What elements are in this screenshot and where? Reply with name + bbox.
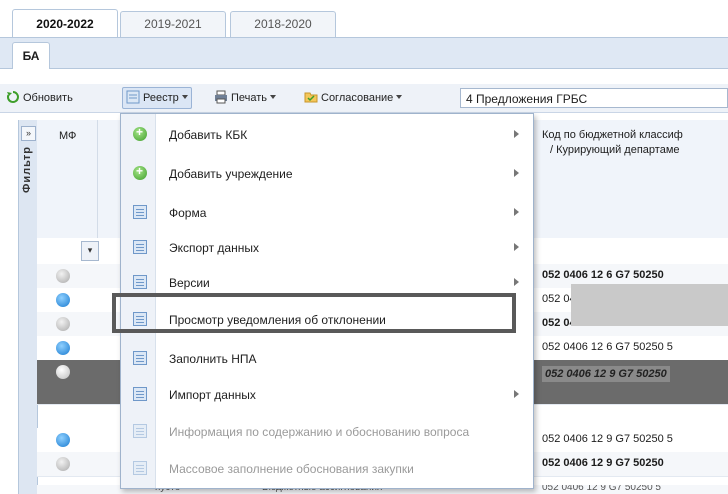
menu-item-question-info: Информация по содержанию и обоснованию в… (121, 415, 533, 449)
menu-item-import-data[interactable]: Импорт данных (121, 378, 533, 412)
row-code: 052 0406 12 9 G7 50250 5 (542, 433, 673, 445)
menu-item-label: Экспорт данных (169, 241, 259, 255)
redacted-area (571, 284, 728, 326)
status-icon (56, 365, 70, 379)
registry-menu-button[interactable]: Реестр (122, 87, 192, 109)
chevron-right-icon (514, 243, 519, 251)
status-icon (56, 457, 70, 471)
chevron-down-icon (396, 95, 403, 99)
menu-item-fill-npa[interactable]: Заполнить НПА (121, 342, 533, 376)
chevron-down-icon (181, 95, 188, 99)
filter-label: Фильтр (21, 146, 33, 194)
column-header-code-line2: / Курирующий департаме (550, 144, 680, 156)
print-menu-button[interactable]: Печать (214, 88, 277, 108)
proposal-select[interactable]: 4 Предложения ГРБС (460, 88, 728, 108)
status-icon (56, 293, 70, 307)
chevron-right-icon (514, 130, 519, 138)
chevron-down-icon (270, 95, 277, 99)
chevron-right-icon (514, 169, 519, 177)
column-header-code-line1: Код по бюджетной классиф (542, 129, 683, 141)
menu-item-label: Форма (169, 206, 207, 220)
menu-item-label: Версии (169, 276, 210, 290)
approval-menu-button[interactable]: Согласование (304, 88, 403, 108)
tab-2018-2020[interactable]: 2018-2020 (230, 11, 336, 37)
menu-item-export-data[interactable]: Экспорт данных (121, 231, 533, 265)
highlight-frame (112, 293, 516, 333)
menu-item-label: Добавить КБК (169, 128, 248, 142)
refresh-icon (6, 90, 20, 104)
menu-item-label: Массовое заполнение обоснования закупки (169, 462, 414, 476)
menu-item-label: Заполнить НПА (169, 352, 257, 366)
tab-ba[interactable]: БА (12, 42, 50, 69)
row-code: 052 0406 12 6 G7 50250 (542, 269, 664, 281)
approval-label: Согласование (321, 92, 394, 104)
status-icon (56, 341, 70, 355)
row-code: 052 0406 12 9 G7 50250 5 (542, 485, 661, 493)
menu-item-form[interactable]: Форма (121, 196, 533, 230)
column-header-mf[interactable]: МФ (59, 130, 76, 142)
chevron-right-icon (514, 278, 519, 286)
status-icon (56, 317, 70, 331)
plus-icon (133, 125, 147, 141)
chevron-down-icon[interactable]: ▾ (81, 241, 99, 261)
registry-icon (126, 90, 140, 104)
plus-icon (133, 164, 147, 180)
folder-icon (304, 90, 318, 104)
row-code: 052 0406 12 9 G7 50250 (542, 457, 664, 469)
document-icon (133, 240, 147, 254)
chevron-right-icon (514, 390, 519, 398)
registry-label: Реестр (143, 92, 179, 104)
expand-icon[interactable]: » (21, 126, 36, 141)
status-icon (56, 269, 70, 283)
status-icon (56, 433, 70, 447)
menu-item-mass-fill-justification: Массовое заполнение обоснования закупки (121, 452, 533, 486)
document-icon (133, 424, 147, 438)
row-code: 052 0406 12 6 G7 50250 5 (542, 341, 673, 353)
printer-icon (214, 90, 228, 104)
column-header-code[interactable]: Код по бюджетной классиф / Курирующий де… (542, 128, 683, 158)
column-divider (97, 120, 98, 238)
menu-item-add-kbk[interactable]: Добавить КБК (121, 118, 533, 152)
chevron-right-icon (514, 208, 519, 216)
print-label: Печать (231, 92, 268, 104)
document-icon (133, 351, 147, 365)
document-icon (133, 205, 147, 219)
menu-item-label: Информация по содержанию и обоснованию в… (169, 425, 470, 439)
sub-tab-strip: БА (0, 37, 728, 69)
tab-2020-2022[interactable]: 2020-2022 (12, 9, 118, 38)
document-icon (133, 461, 147, 475)
refresh-label: Обновить (23, 92, 73, 104)
tab-2019-2021[interactable]: 2019-2021 (120, 11, 226, 37)
menu-item-label: Добавить учреждение (169, 167, 293, 181)
document-icon (133, 387, 147, 401)
row-code: 052 0406 12 9 G7 50250 (542, 366, 670, 382)
year-tab-bar: 2020-2022 2019-2021 2018-2020 (0, 0, 728, 42)
menu-item-add-institution[interactable]: Добавить учреждение (121, 157, 533, 191)
menu-item-label: Импорт данных (169, 388, 256, 402)
filter-panel[interactable]: » Фильтр (18, 120, 38, 494)
refresh-button[interactable]: Обновить (6, 88, 73, 108)
document-icon (133, 275, 147, 289)
